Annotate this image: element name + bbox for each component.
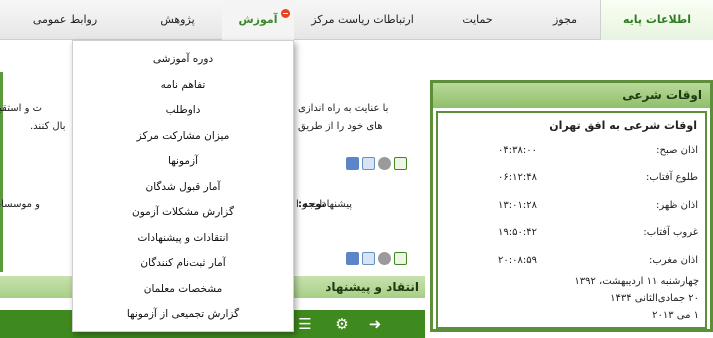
list-icon[interactable]: ☰ xyxy=(296,315,314,333)
menu-item-memorandum[interactable]: تفاهم نامه xyxy=(73,73,293,98)
article-line1: با عنایت به راه اندازی xyxy=(298,103,389,114)
edit-icon[interactable] xyxy=(346,252,359,265)
date-lunar: ۲۰ جمادی‌الثانی ۱۴۳۴ xyxy=(610,293,699,304)
note-text: پیشنهادات و ا xyxy=(296,199,352,210)
prayer-row: طلوع آفتاب: ۰۶:۱۲:۴۸ xyxy=(498,172,698,186)
prayer-name: اذان صبح: xyxy=(656,145,698,156)
gear-icon[interactable] xyxy=(378,252,391,265)
prayer-time: ۲۰:۰۸:۵۹ xyxy=(498,255,537,266)
gear-icon[interactable]: ⚙ xyxy=(333,315,351,333)
education-dropdown-menu: دوره آموزشی تفاهم نامه داوطلب میزان مشار… xyxy=(72,40,294,332)
prayer-row: اذان مغرب: ۲۰:۰۸:۵۹ xyxy=(498,255,698,269)
swap-icon[interactable] xyxy=(362,252,375,265)
note-tail: و موسسات قر xyxy=(0,199,40,210)
nav-item-research[interactable]: پژوهش xyxy=(135,0,220,40)
article-line2-left: بال کنند. xyxy=(30,121,66,132)
swap-icon[interactable] xyxy=(362,157,375,170)
close-icon[interactable] xyxy=(281,9,290,18)
prayer-row: غروب آفتاب: ۱۹:۵۰:۴۲ xyxy=(498,227,698,241)
add-page-icon[interactable] xyxy=(394,157,407,170)
menu-item-exams[interactable]: آزمونها xyxy=(73,149,293,174)
menu-item-accepted-stats[interactable]: آمار قبول شدگان xyxy=(73,175,293,200)
gear-icon[interactable] xyxy=(378,157,391,170)
prayer-row: اذان ظهر: ۱۳:۰۱:۲۸ xyxy=(498,200,698,214)
nav-item-president-relations[interactable]: ارتباطات ریاست مرکز xyxy=(300,0,425,40)
prayer-heading: اوقات شرعی به افق تهران xyxy=(549,119,697,132)
prayer-time: ۱۹:۵۰:۴۲ xyxy=(498,227,537,238)
prayer-time: ۱۳:۰۱:۲۸ xyxy=(498,200,537,211)
note-toolbar xyxy=(346,252,407,265)
article-line2: های خود را از طریق xyxy=(298,121,383,132)
nav-item-basic-info[interactable]: اطلاعات پایه xyxy=(600,0,713,40)
nav-item-education[interactable]: آموزش xyxy=(222,0,294,40)
menu-item-teacher-profiles[interactable]: مشخصات معلمان xyxy=(73,277,293,302)
prayer-times-panel: اوقات شرعی اوقات شرعی به افق تهران اذان … xyxy=(430,80,713,332)
export-icon[interactable]: ➜ xyxy=(366,315,384,333)
prayer-time: ۰۴:۳۸:۰۰ xyxy=(498,145,537,156)
article-line1-left: ت و استقبال خو xyxy=(0,103,42,114)
prayer-name: طلوع آفتاب: xyxy=(646,172,698,183)
prayer-time: ۰۶:۱۲:۴۸ xyxy=(498,172,537,183)
note-text-value: پیشنهادات و ا xyxy=(296,199,353,210)
menu-item-critiques-suggestions[interactable]: انتقادات و پیشنهادات xyxy=(73,226,293,251)
menu-item-exam-summary-report[interactable]: گزارش تجمیعی از آزمونها xyxy=(73,302,293,327)
menu-item-exam-issues-report[interactable]: گزارش مشکلات آزمون xyxy=(73,200,293,225)
article-toolbar xyxy=(346,157,407,170)
prayer-times-title: اوقات شرعی xyxy=(433,83,710,108)
edit-icon[interactable] xyxy=(346,157,359,170)
menu-item-center-participation[interactable]: میزان مشارکت مرکز xyxy=(73,124,293,149)
add-page-icon[interactable] xyxy=(394,252,407,265)
nav-item-license[interactable]: مجوز xyxy=(540,0,590,40)
nav-item-public-relations[interactable]: روابط عمومی xyxy=(0,0,130,40)
top-navigation: اطلاعات پایه مجوز حمایت ارتباطات ریاست م… xyxy=(0,0,713,40)
prayer-times-content: اوقات شرعی به افق تهران اذان صبح: ۰۴:۳۸:… xyxy=(436,111,707,329)
menu-item-applicant[interactable]: داوطلب xyxy=(73,98,293,123)
menu-item-training-course[interactable]: دوره آموزشی xyxy=(73,47,293,72)
prayer-name: اذان ظهر: xyxy=(656,200,698,211)
prayer-row: اذان صبح: ۰۴:۳۸:۰۰ xyxy=(498,145,698,159)
nav-item-support[interactable]: حمایت xyxy=(435,0,520,40)
prayer-name: اذان مغرب: xyxy=(648,255,698,266)
date-gregorian: ۱ می ۲۰۱۳ xyxy=(652,310,699,321)
date-solar: چهارشنبه ۱۱ اردیبهشت، ۱۳۹۲ xyxy=(574,276,699,287)
menu-item-registrants-stats[interactable]: آمار ثبت‌نام کنندگان xyxy=(73,251,293,276)
prayer-name: غروب آفتاب: xyxy=(643,227,698,238)
